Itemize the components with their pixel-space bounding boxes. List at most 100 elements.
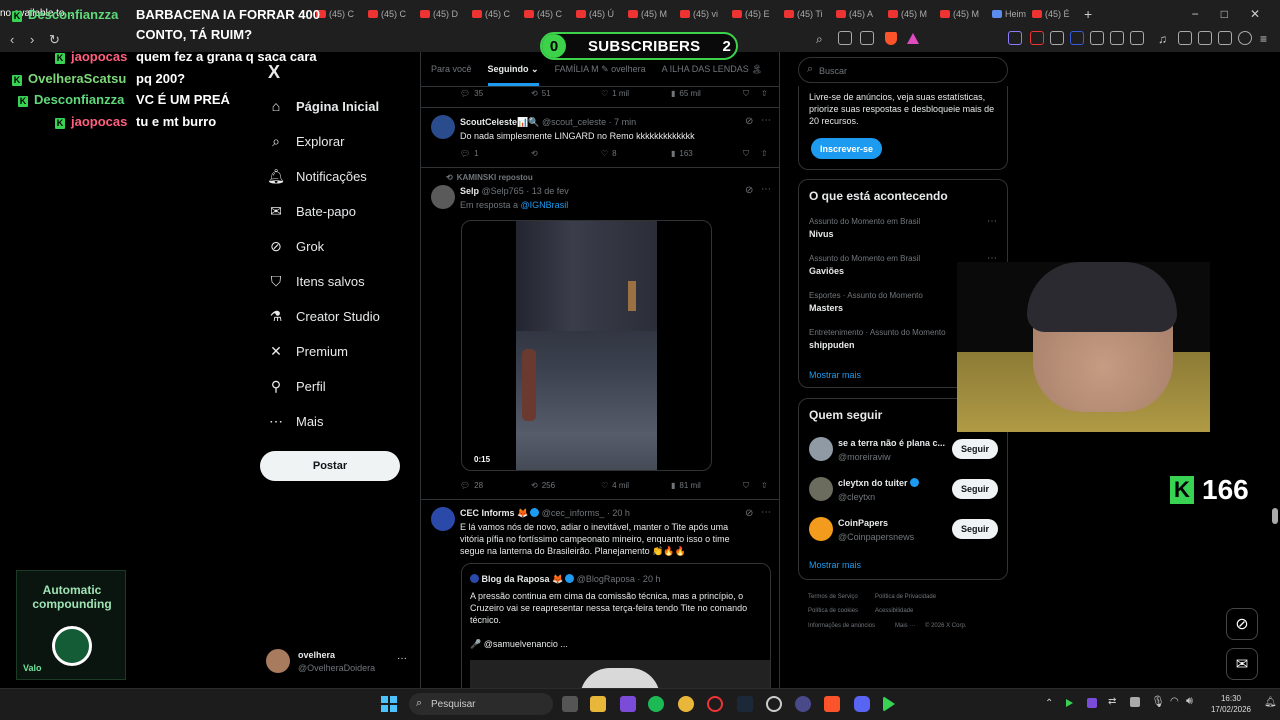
browser-tab[interactable]: (45) Ú (570, 0, 622, 28)
wifi-icon[interactable]: ◠ (1170, 696, 1179, 707)
account-switcher[interactable]: ovelhera @OvelheraDoidera ··· (266, 647, 414, 677)
browser-tab[interactable]: (45) M (622, 0, 674, 28)
follow-button[interactable]: Seguir (952, 439, 998, 459)
footer-link[interactable]: Termos de Serviço (808, 594, 858, 600)
views-count[interactable]: ▮ 65 mil (671, 89, 701, 98)
grok-icon[interactable]: ⊘ (745, 116, 753, 127)
extension-icon[interactable] (1090, 31, 1104, 45)
opera-icon[interactable] (707, 696, 723, 712)
trend-name[interactable]: shippuden (809, 340, 855, 350)
tweet-author[interactable]: ScoutCeleste📊🔍 @scout_celeste · 7 min (460, 117, 636, 128)
file-explorer-icon[interactable] (590, 696, 606, 712)
share-icon[interactable] (860, 31, 874, 45)
brave-shield-icon[interactable] (885, 32, 897, 45)
extensions-icon[interactable] (1110, 31, 1124, 45)
tab-heim[interactable]: Heim (986, 0, 1026, 28)
extension-icon[interactable] (1008, 31, 1022, 45)
app-icon[interactable] (795, 696, 811, 712)
trend-name[interactable]: Gaviões (809, 266, 844, 276)
nav-chat[interactable]: ✉ Bate-papo (268, 203, 356, 219)
grok-icon[interactable]: ⊘ (1226, 608, 1258, 640)
grok-icon[interactable]: ⊘ (745, 185, 753, 196)
messages-icon[interactable]: ✉ (1226, 648, 1258, 680)
steam-icon[interactable] (737, 696, 753, 712)
follow-button[interactable]: Seguir (952, 479, 998, 499)
app-tray-icon[interactable] (1130, 697, 1140, 707)
search-input[interactable]: Buscar (819, 66, 847, 76)
menu-icon[interactable]: ≡ (1260, 32, 1267, 46)
taskbar-search[interactable]: ⌕ Pesquisar (409, 693, 553, 715)
nav-home[interactable]: ⌂ Página Inicial (268, 98, 379, 114)
retweet-button[interactable]: ⟲ (531, 149, 538, 158)
more-icon[interactable]: ⋯ (761, 507, 771, 518)
like-button[interactable]: ♡ 4 mil (601, 481, 629, 490)
microphone-icon[interactable]: 🎙︎ (1151, 695, 1165, 708)
new-tab-button[interactable]: + (1078, 0, 1108, 28)
share-icon[interactable]: ⇧ (761, 481, 768, 490)
more-icon[interactable]: ··· (397, 653, 407, 664)
browser-tab[interactable]: (45) C (466, 0, 518, 28)
more-icon[interactable]: ⋯ (987, 216, 997, 227)
footer-link[interactable]: Informações de anúncios (808, 623, 875, 629)
vpn-icon[interactable] (1238, 31, 1252, 45)
browser-tab[interactable]: (45) Ti (778, 0, 830, 28)
reply-button[interactable]: 💬︎ 35 (460, 89, 483, 98)
minimize-button[interactable]: − (1192, 7, 1199, 21)
tab-ilha[interactable]: A ILHA DAS LENDAS 🏝 (662, 64, 763, 75)
browser-tab[interactable]: (45) E (726, 0, 778, 28)
bookmark-icon[interactable]: ⛉ (743, 481, 749, 491)
start-button[interactable] (381, 696, 397, 712)
tab-familia[interactable]: FAMÍLIA M ✎ ovelhera (555, 64, 646, 75)
follow-name[interactable]: cleytxn do tuiter (838, 478, 919, 488)
nav-premium[interactable]: ✕ Premium (268, 343, 348, 359)
x-logo-icon[interactable]: X (268, 62, 280, 83)
task-view-icon[interactable] (562, 696, 578, 712)
post-button[interactable]: Postar (260, 451, 400, 481)
reply-button[interactable]: 💬︎ 1 (460, 149, 479, 158)
subscribe-button[interactable]: Inscrever-se (811, 138, 882, 159)
app-icon[interactable] (620, 696, 636, 712)
tab-for-you[interactable]: Para você (431, 64, 472, 74)
tweet-author[interactable]: Selp @Selp765 · 13 de fev (460, 186, 569, 196)
wallet-icon[interactable] (1130, 31, 1144, 45)
avatar[interactable] (809, 477, 833, 501)
app-tray-icon[interactable] (1087, 698, 1097, 708)
download-icon[interactable] (1218, 31, 1232, 45)
browser-tab[interactable]: (45) C (518, 0, 570, 28)
scrollbar[interactable] (1272, 508, 1278, 524)
discord-icon[interactable] (854, 696, 870, 712)
tweet-author[interactable]: CEC Informs 🦊 @cec_informs_ · 20 h (460, 508, 630, 519)
browser-tab[interactable]: (45) M (882, 0, 934, 28)
grok-icon[interactable]: ⊘ (745, 508, 753, 519)
brave-rewards-icon[interactable] (907, 33, 919, 44)
zoom-icon[interactable]: ⌕ (816, 32, 823, 47)
back-icon[interactable]: ‹ (10, 32, 14, 47)
reply-button[interactable]: 💬︎ 28 (460, 481, 483, 490)
trend-name[interactable]: Masters (809, 303, 843, 313)
tab-following[interactable]: Seguindo ⌄ (487, 64, 539, 86)
nav-creator-studio[interactable]: ⚗ Creator Studio (268, 308, 380, 324)
tab-last[interactable]: (45) É (1026, 0, 1078, 28)
browser-tab[interactable]: (45) M (934, 0, 986, 28)
avatar[interactable] (809, 437, 833, 461)
like-button[interactable]: ♡ 8 (601, 149, 617, 158)
browser-tab[interactable]: (45) C (362, 0, 414, 28)
retweet-button[interactable]: ⟲ 51 (531, 89, 551, 98)
volume-icon[interactable]: 🔊︎ (1186, 695, 1193, 708)
music-icon[interactable]: ♫ (1158, 32, 1167, 46)
chevron-up-icon[interactable]: ⌃ (1045, 698, 1053, 709)
follow-name[interactable]: CoinPapers (838, 518, 888, 528)
views-count[interactable]: ▮ 81 mil (671, 481, 701, 490)
notifications-icon[interactable]: 🔔︎ (1264, 697, 1277, 708)
avatar[interactable] (431, 115, 455, 139)
search-box[interactable]: ⌕ Buscar (798, 57, 1008, 83)
avatar[interactable] (431, 507, 455, 531)
footer-link[interactable]: Mais ··· (895, 623, 915, 629)
nav-profile[interactable]: ⚲ Perfil (268, 378, 326, 394)
avatar[interactable] (809, 517, 833, 541)
kick-tray-icon[interactable] (1066, 699, 1073, 707)
nav-more[interactable]: ⋯ Mais (268, 413, 323, 429)
app-icon[interactable] (766, 696, 782, 712)
bookmark-icon[interactable]: ⛉ (743, 89, 749, 99)
app-tray-icon[interactable]: ⇄ (1108, 696, 1116, 707)
